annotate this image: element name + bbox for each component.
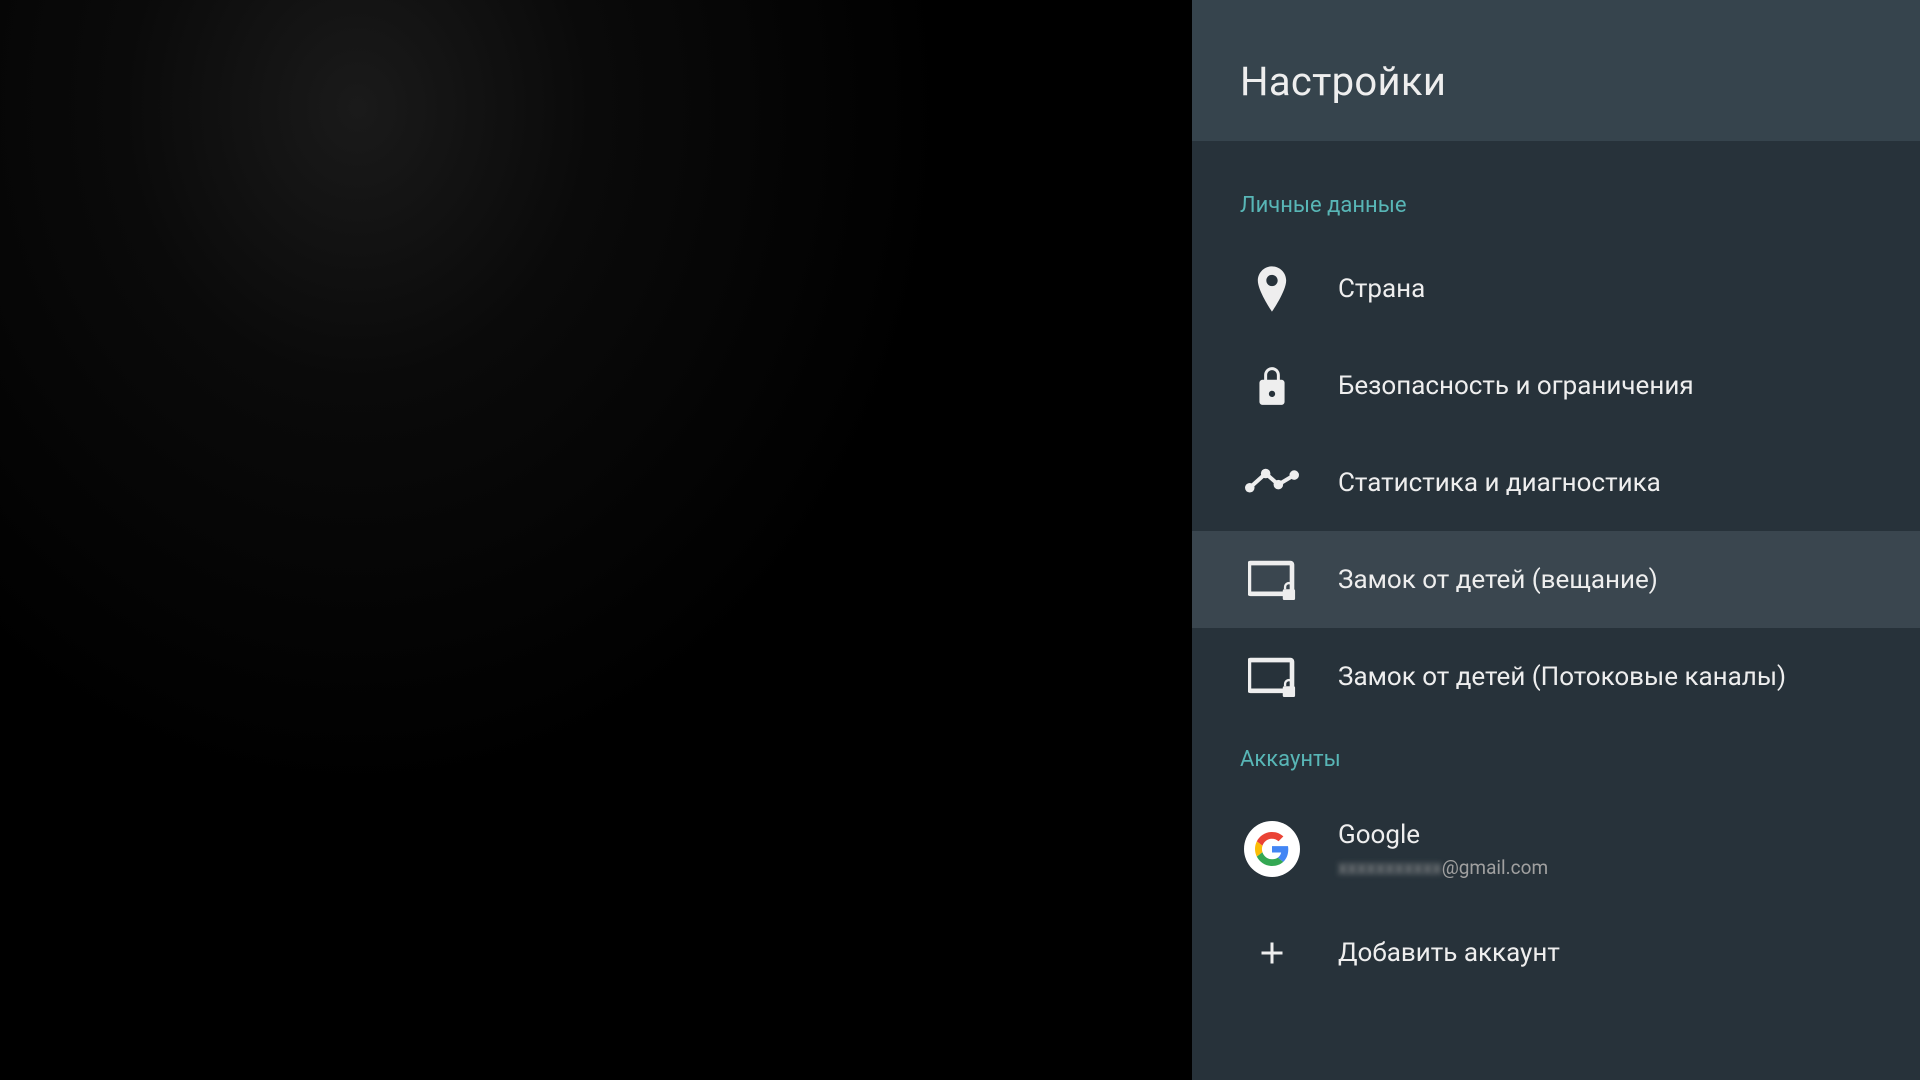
settings-item-label: Безопасность и ограничения xyxy=(1338,371,1694,401)
google-account-email-prefix: xxxxxxxxxxx xyxy=(1338,856,1442,879)
settings-header: Настройки xyxy=(1192,0,1920,141)
settings-item-label: Замок от детей (вещание) xyxy=(1338,565,1658,595)
settings-item-label: Страна xyxy=(1338,274,1425,304)
section-personal-header: Личные данные xyxy=(1192,171,1920,240)
tv-lock-icon xyxy=(1240,657,1304,697)
plus-icon xyxy=(1240,935,1304,971)
section-accounts-header: Аккаунты xyxy=(1192,725,1920,794)
settings-item-statistics[interactable]: Статистика и диагностика xyxy=(1192,434,1920,531)
settings-item-child-lock-broadcast[interactable]: Замок от детей (вещание) xyxy=(1192,531,1920,628)
google-icon xyxy=(1240,821,1304,877)
settings-item-label: Статистика и диагностика xyxy=(1338,468,1661,498)
settings-panel: Настройки Личные данные Страна Безопасно… xyxy=(1192,0,1920,1080)
settings-title: Настройки xyxy=(1240,58,1872,105)
google-account-email-suffix: @gmail.com xyxy=(1442,856,1548,879)
settings-item-label: Замок от детей (Потоковые каналы) xyxy=(1338,662,1786,692)
timeline-icon xyxy=(1240,467,1304,499)
settings-item-child-lock-streaming[interactable]: Замок от детей (Потоковые каналы) xyxy=(1192,628,1920,725)
main-background xyxy=(0,0,1192,1080)
google-account-title: Google xyxy=(1338,820,1548,850)
settings-item-country[interactable]: Страна xyxy=(1192,240,1920,337)
lock-icon xyxy=(1240,364,1304,408)
location-pin-icon xyxy=(1240,266,1304,312)
settings-body: Личные данные Страна Безопасность и огра… xyxy=(1192,141,1920,1080)
settings-item-label: Добавить аккаунт xyxy=(1338,938,1560,968)
settings-item-add-account[interactable]: Добавить аккаунт xyxy=(1192,904,1920,1001)
settings-item-google-account[interactable]: Google xxxxxxxxxxx @gmail.com xyxy=(1192,794,1920,904)
tv-lock-icon xyxy=(1240,560,1304,600)
settings-item-security[interactable]: Безопасность и ограничения xyxy=(1192,337,1920,434)
